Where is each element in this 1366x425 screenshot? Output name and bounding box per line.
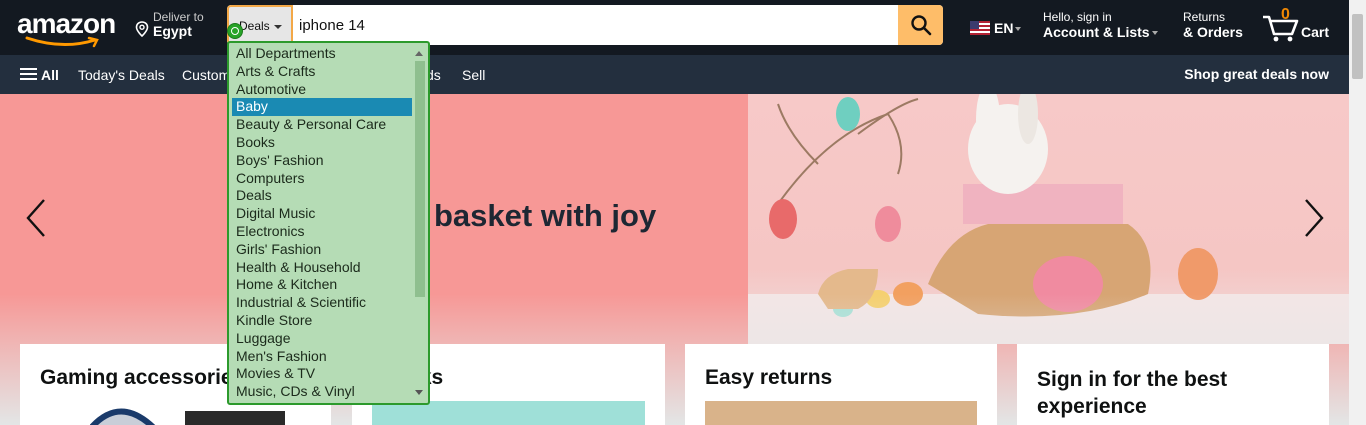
carousel-prev-button[interactable] [22, 194, 50, 247]
page-scrollbar[interactable] [1349, 0, 1366, 425]
dropdown-option[interactable]: Books [232, 134, 412, 152]
hero-headline: basket with joy [434, 198, 657, 233]
scroll-up-icon[interactable] [415, 51, 423, 56]
dropdown-option[interactable]: Girls' Fashion [232, 241, 412, 259]
dropdown-scroll-thumb[interactable] [415, 61, 425, 297]
card-title: Easy returns [705, 366, 833, 389]
dropdown-option[interactable]: All Departments [232, 45, 412, 63]
card-easy-returns[interactable]: Easy returns [685, 344, 997, 425]
card-image [705, 401, 977, 425]
returns-orders[interactable]: Returns & Orders [1183, 10, 1243, 40]
cart-label: Cart [1301, 24, 1330, 40]
dropdown-option[interactable]: Beauty & Personal Care [232, 116, 412, 134]
chevron-down-icon [1015, 27, 1022, 32]
deliver-country: Egypt [153, 23, 192, 39]
dropdown-option[interactable]: Deals [232, 187, 412, 205]
search-button[interactable] [898, 5, 943, 45]
search-input[interactable] [293, 5, 898, 45]
page: amazon Deliver to Egypt Deals iphone 14 … [0, 0, 1366, 425]
hamburger-icon [20, 68, 37, 81]
nav-promo-link[interactable]: Shop great deals now [1184, 66, 1329, 82]
cart-count: 0 [1281, 6, 1290, 23]
card-title: Sign in for the best experience [1037, 368, 1228, 418]
search-icon [910, 15, 931, 36]
category-dropdown-list[interactable]: All Departments Arts & Crafts Automotive Ba… [227, 41, 430, 405]
carousel-next-button[interactable] [1300, 194, 1328, 247]
dropdown-option[interactable]: Kindle Store [232, 312, 412, 330]
chevron-left-icon [26, 199, 45, 237]
chevron-down-icon [1151, 31, 1158, 36]
search-bar: Deals [227, 5, 943, 45]
account-label: Account & Lists [1043, 24, 1150, 40]
nav-sell[interactable]: Sell [462, 67, 485, 83]
dropdown-option[interactable]: Home & Kitchen [232, 276, 412, 294]
language-selector[interactable]: EN [970, 20, 1022, 40]
dropdown-option[interactable]: Luggage [232, 330, 412, 348]
sub-nav: All Today's Deals Custom ds Sell Shop gr… [0, 55, 1349, 94]
category-options: All Departments Arts & Crafts Automotive Ba… [232, 45, 412, 401]
dropdown-option[interactable]: Computers [232, 170, 412, 188]
top-nav: amazon Deliver to Egypt Deals iphone 14 … [0, 0, 1349, 55]
dropdown-option[interactable]: Music, CDs & Vinyl [232, 383, 412, 401]
dropdown-option[interactable]: Baby [232, 98, 412, 117]
nav-todays-deals[interactable]: Today's Deals [78, 67, 165, 83]
amazon-logo[interactable]: amazon [17, 8, 117, 48]
us-flag-icon [970, 21, 990, 35]
dropdown-option[interactable]: Men's Fashion [232, 348, 412, 366]
account-greeting: Hello, sign in [1043, 10, 1112, 24]
dropdown-option[interactable]: Digital Music [232, 205, 412, 223]
scroll-down-icon[interactable] [415, 390, 423, 395]
dropdown-option[interactable]: Electronics [232, 223, 412, 241]
logo-smile-icon [25, 36, 99, 48]
scrollbar-thumb[interactable] [1352, 14, 1363, 79]
cart-button[interactable]: 0 Cart [1262, 6, 1337, 46]
card-sign-in[interactable]: Sign in for the best experience [1017, 344, 1329, 425]
dropdown-option[interactable]: Automotive [232, 81, 412, 99]
card-title: Gaming accessorie [40, 366, 233, 389]
chevron-right-icon [1305, 199, 1324, 237]
search-category-label: Deals [239, 19, 270, 33]
chevron-down-icon [273, 24, 282, 29]
target-icon [227, 23, 243, 39]
deliver-label: Deliver to [153, 10, 204, 24]
dropdown-option[interactable]: Movies & TV [232, 365, 412, 383]
deliver-to[interactable]: Deliver to Egypt [135, 10, 215, 44]
dropdown-scrollbar[interactable] [413, 47, 425, 399]
dropdown-option[interactable]: Boys' Fashion [232, 152, 412, 170]
all-label: All [41, 67, 59, 83]
account-lists[interactable]: Hello, sign in Account & Lists [1043, 10, 1158, 40]
dropdown-option[interactable]: Industrial & Scientific [232, 294, 412, 312]
orders-label: & Orders [1183, 24, 1243, 40]
all-menu-button[interactable]: All [20, 67, 59, 83]
language-label: EN [994, 20, 1014, 36]
dropdown-option[interactable]: Arts & Crafts [232, 63, 412, 81]
dropdown-option[interactable]: Health & Household [232, 259, 412, 277]
returns-label: Returns [1183, 10, 1226, 24]
nav-customer-service[interactable]: Custom [182, 67, 230, 83]
location-pin-icon [135, 21, 149, 37]
